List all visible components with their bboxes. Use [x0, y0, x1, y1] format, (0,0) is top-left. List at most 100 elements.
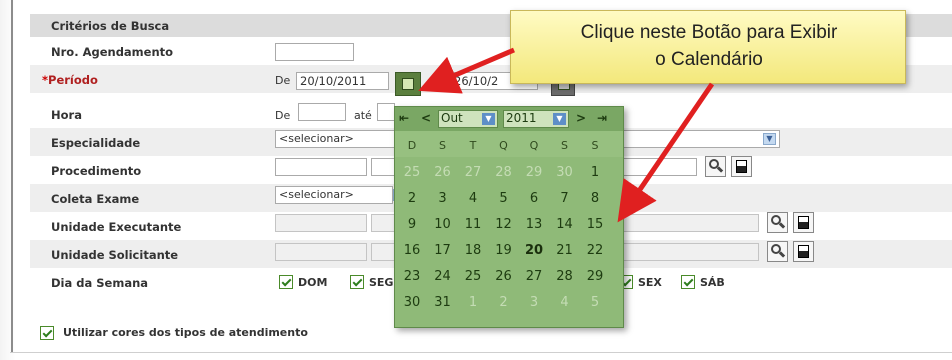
hora-ate-label: até	[354, 109, 372, 122]
calendar-day[interactable]: 25	[397, 165, 427, 180]
calendar-toggle-button[interactable]	[395, 72, 421, 96]
last-page-icon[interactable]: ⇥	[597, 111, 607, 125]
divider	[10, 352, 952, 353]
agendamento-input[interactable]	[275, 43, 354, 61]
calendar-day[interactable]: 27	[458, 165, 488, 180]
calendar-day[interactable]: 22	[580, 243, 610, 258]
calendar-day[interactable]: 9	[397, 217, 427, 232]
executante-code-input[interactable]	[275, 214, 367, 232]
dia-semana-label: Dia da Semana	[51, 276, 149, 290]
calendar-day[interactable]: 19	[489, 243, 519, 258]
calendar-nav: ⇤ < Out ▼ 2011 ▼ > ⇥	[395, 107, 623, 131]
calendar-day[interactable]: 6	[519, 191, 549, 206]
calendar-day[interactable]: 7	[550, 191, 580, 206]
checkbox-cores[interactable]	[40, 326, 54, 340]
calendar-day[interactable]: 25	[458, 269, 488, 284]
calendar-day[interactable]: 24	[428, 269, 458, 284]
calendar-day[interactable]: 3	[519, 295, 549, 310]
calendar-day[interactable]: 16	[397, 243, 427, 258]
agendamento-label: Nro. Agendamento	[51, 45, 174, 59]
calendar-day[interactable]: 21	[550, 243, 580, 258]
calendar-day[interactable]: 4	[458, 191, 488, 206]
next-month-button[interactable]: >	[576, 111, 586, 125]
checkbox-seg[interactable]	[350, 275, 364, 289]
calendar-day[interactable]: 11	[458, 217, 488, 232]
coleta-select[interactable]: <selecionar> ▼	[275, 186, 406, 204]
calendar-day[interactable]: 14	[550, 217, 580, 232]
executante-search-button[interactable]	[767, 212, 788, 233]
calendar-day[interactable]: 30	[397, 295, 427, 310]
hora-end-input[interactable]	[377, 103, 395, 121]
calendar-day[interactable]: 30	[550, 165, 580, 180]
calendar-day[interactable]: 1	[458, 295, 488, 310]
calendar-day[interactable]: 5	[580, 295, 610, 310]
hora-de-label: De	[275, 109, 291, 122]
callout-line-2: o Calendário	[655, 49, 763, 70]
section-title: Critérios de Busca	[51, 19, 170, 33]
periodo-label-text: Período	[48, 73, 98, 87]
eraser-icon	[798, 245, 809, 258]
weekday-label: S	[591, 139, 599, 152]
calendar-day[interactable]: 17	[428, 243, 458, 258]
calendar-day[interactable]: 12	[489, 217, 519, 232]
callout-line-1: Clique neste Botão para Exibir	[580, 22, 838, 43]
calendar-day[interactable]: 29	[519, 165, 549, 180]
search-icon-handle	[778, 222, 786, 229]
solicitante-search-button[interactable]	[767, 241, 788, 262]
calendar-day[interactable]: 5	[489, 191, 519, 206]
first-page-icon[interactable]: ⇤	[399, 111, 409, 125]
calendar-day[interactable]: 2	[397, 191, 427, 206]
search-icon-handle	[778, 251, 786, 258]
executante-label: Unidade Executante	[51, 220, 182, 234]
procedimento-search-button[interactable]	[705, 156, 726, 177]
calendar-day[interactable]: 4	[550, 295, 580, 310]
weekday-label: Q	[499, 139, 508, 152]
calendar-day[interactable]: 15	[580, 217, 610, 232]
checkbox-dom[interactable]	[279, 275, 293, 289]
calendar-day[interactable]: 31	[428, 295, 458, 310]
hora-label: Hora	[51, 108, 82, 122]
year-select[interactable]: 2011 ▼	[503, 110, 569, 128]
calendar-day[interactable]: 28	[489, 165, 519, 180]
calendar-day[interactable]: 1	[580, 165, 610, 180]
calendar-day[interactable]: 8	[580, 191, 610, 206]
calendar-day[interactable]: 23	[397, 269, 427, 284]
calendar-day[interactable]: 10	[428, 217, 458, 232]
weekday-label: S	[561, 139, 568, 152]
procedimento-clear-button[interactable]	[731, 156, 752, 177]
tooltip-callout: Clique neste Botão para Exibir o Calendá…	[510, 10, 906, 84]
solicitante-code-input[interactable]	[275, 243, 367, 261]
calendar-day[interactable]: 3	[428, 191, 458, 206]
calendar-day[interactable]: 20	[519, 243, 549, 258]
weekday-label: D	[407, 139, 417, 152]
weekday-label: T	[469, 139, 477, 152]
calendar-day[interactable]: 28	[550, 269, 580, 284]
procedimento-code-input[interactable]	[275, 158, 367, 176]
calendar-day[interactable]: 18	[458, 243, 488, 258]
year-value: 2011	[506, 111, 537, 125]
executante-clear-button[interactable]	[793, 212, 814, 233]
calendar-day[interactable]: 26	[489, 269, 519, 284]
start-date-input[interactable]: 20/10/2011	[296, 72, 389, 90]
eraser-icon	[798, 216, 809, 229]
checkbox-sab[interactable]	[681, 275, 695, 289]
coleta-value: <selecionar>	[279, 188, 354, 201]
calendar-day[interactable]: 26	[428, 165, 458, 180]
month-select[interactable]: Out ▼	[438, 110, 498, 128]
calendar-day[interactable]: 13	[519, 217, 549, 232]
solicitante-clear-button[interactable]	[793, 241, 814, 262]
procedimento-label: Procedimento	[51, 164, 142, 178]
hora-start-input[interactable]	[298, 103, 346, 121]
prev-month-button[interactable]: <	[421, 111, 431, 125]
month-value: Out	[441, 111, 463, 125]
calendar-day[interactable]: 29	[580, 269, 610, 284]
checkbox-sex-label: SEX	[638, 276, 662, 289]
chevron-down-icon: ▼	[553, 113, 566, 125]
checkbox-dom-label: DOM	[298, 276, 328, 289]
eraser-icon	[736, 160, 747, 173]
periodo-label: *Período	[42, 73, 98, 87]
calendar-day[interactable]: 27	[519, 269, 549, 284]
calendar-popup: ⇤ < Out ▼ 2011 ▼ > ⇥ D S T Q Q S S 25 26 27 28 29 30…	[394, 106, 624, 328]
calendar-day[interactable]: 2	[489, 295, 519, 310]
weekday-label: S	[439, 139, 446, 152]
